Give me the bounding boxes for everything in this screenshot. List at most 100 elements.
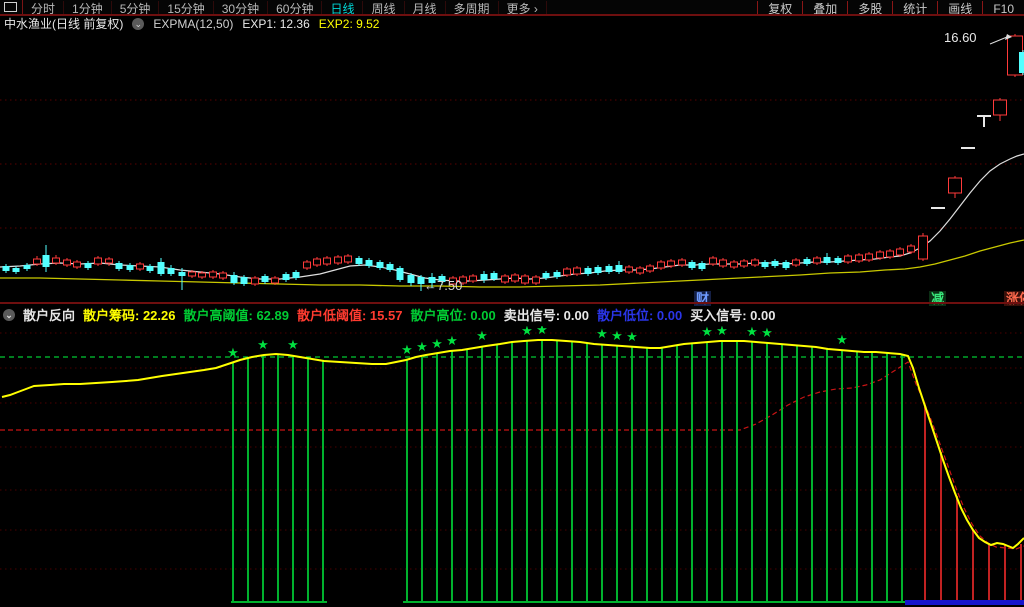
candle-down xyxy=(13,268,20,272)
candle-up xyxy=(345,256,352,262)
candle-up xyxy=(741,261,748,266)
candle-up xyxy=(502,276,509,282)
star-marker: ★ xyxy=(431,337,443,352)
candle-up xyxy=(949,178,962,193)
candle-up xyxy=(470,276,477,281)
candle-up xyxy=(845,256,852,262)
candle-up xyxy=(210,272,217,277)
candle-down xyxy=(366,260,373,266)
candle-up xyxy=(252,278,259,284)
candle-down xyxy=(804,259,811,264)
star-marker: ★ xyxy=(521,326,533,339)
low-price-annotation: ←7.50 xyxy=(424,278,462,293)
candle-up xyxy=(887,251,894,257)
candle-down xyxy=(835,258,842,263)
candle-up xyxy=(199,273,206,277)
candle-down xyxy=(3,266,10,271)
candle-down xyxy=(387,264,394,270)
candle-down xyxy=(158,262,165,274)
candle-down xyxy=(824,257,831,263)
candle-up xyxy=(731,262,738,267)
candle-up xyxy=(793,260,800,265)
star-marker: ★ xyxy=(836,333,848,348)
candle-up xyxy=(658,262,665,268)
candle-up xyxy=(919,236,928,259)
candle-up xyxy=(856,255,863,261)
candle-down xyxy=(616,265,623,272)
candle-up xyxy=(314,259,321,265)
indicator-field: 散户筹码: 22.26 xyxy=(83,305,175,324)
star-marker: ★ xyxy=(416,340,428,355)
exp1-line xyxy=(0,154,1024,281)
candle-down xyxy=(699,263,706,269)
candle-down xyxy=(168,268,175,274)
indicator-field: 散户高位: 0.00 xyxy=(410,305,495,324)
candle-up xyxy=(994,100,1007,115)
candle-up xyxy=(189,272,196,276)
candle-down xyxy=(1019,52,1024,73)
candle-up xyxy=(679,260,686,265)
trading-app-window: 分时1分钟5分钟15分钟30分钟60分钟日线周线月线多周期更多 › 复权叠加多股… xyxy=(0,0,1024,607)
candle-down xyxy=(231,275,238,283)
indicator-field: 散户高阈值: 62.89 xyxy=(184,305,289,324)
candle-down xyxy=(481,274,488,280)
candle-up xyxy=(752,260,759,265)
candle-down xyxy=(397,268,404,280)
candle-up xyxy=(272,278,279,283)
star-marker: ★ xyxy=(536,326,548,338)
indicator-header: ⌄ 散户反向 散户筹码: 22.26 散户高阈值: 62.89 散户低阈值: 15.… xyxy=(3,305,775,324)
candle-up xyxy=(908,246,915,252)
candle-down xyxy=(783,262,790,268)
candle-up xyxy=(533,277,540,283)
indicator-chart[interactable]: ★★★★★★★★★★★★★★★★★★ xyxy=(0,326,1024,607)
candle-up xyxy=(897,249,904,255)
panel-separator xyxy=(0,302,1024,304)
candle-up xyxy=(710,258,717,264)
candle-up xyxy=(220,273,227,278)
candle-down xyxy=(543,273,550,278)
candlestick-chart[interactable] xyxy=(0,0,1024,303)
last-high-price-label: 16.60 xyxy=(944,30,977,45)
star-marker: ★ xyxy=(287,338,299,353)
candle-up xyxy=(522,276,529,283)
star-marker: ★ xyxy=(476,329,488,344)
indicator-field: 散户低阈值: 15.57 xyxy=(297,305,402,324)
candle-down xyxy=(554,272,561,277)
indicator-name[interactable]: 散户反向 xyxy=(23,305,75,324)
candle-down xyxy=(491,273,498,279)
collapse-indicator-icon[interactable]: ⌄ xyxy=(3,309,15,321)
indicator-field: 买入信号: 0.00 xyxy=(690,305,775,324)
candle-down xyxy=(116,263,123,269)
candle-up xyxy=(866,254,873,260)
star-marker: ★ xyxy=(446,334,458,349)
candle-up xyxy=(335,257,342,263)
star-marker: ★ xyxy=(761,326,773,341)
candle-up xyxy=(137,264,144,269)
candle-down xyxy=(762,262,769,267)
candle-up xyxy=(564,269,571,275)
candle-down xyxy=(356,258,363,264)
indicator-field: 卖出信号: 0.00 xyxy=(504,305,589,324)
candle-up xyxy=(512,275,519,281)
candle-up xyxy=(574,268,581,274)
star-marker: ★ xyxy=(626,330,638,345)
candle-down xyxy=(147,266,154,271)
candle-up xyxy=(34,259,41,264)
candle-up xyxy=(74,262,81,267)
candle-up xyxy=(877,252,884,258)
candle-up xyxy=(53,258,60,263)
candle-down xyxy=(241,277,248,284)
star-marker: ★ xyxy=(716,326,728,339)
price-arrow xyxy=(990,37,1007,44)
candle-down xyxy=(179,272,186,276)
candle-up xyxy=(637,268,644,273)
candle-up xyxy=(304,262,311,268)
candle-down xyxy=(24,265,31,269)
candle-down xyxy=(283,274,290,280)
candle-down xyxy=(127,265,134,270)
indicator-values: 散户筹码: 22.26 散户高阈值: 62.89 散户低阈值: 15.57 散户高位:… xyxy=(83,305,775,324)
star-marker: ★ xyxy=(701,326,713,340)
candle-down xyxy=(85,263,92,268)
candle-up xyxy=(64,260,71,265)
candle-down xyxy=(293,272,300,278)
